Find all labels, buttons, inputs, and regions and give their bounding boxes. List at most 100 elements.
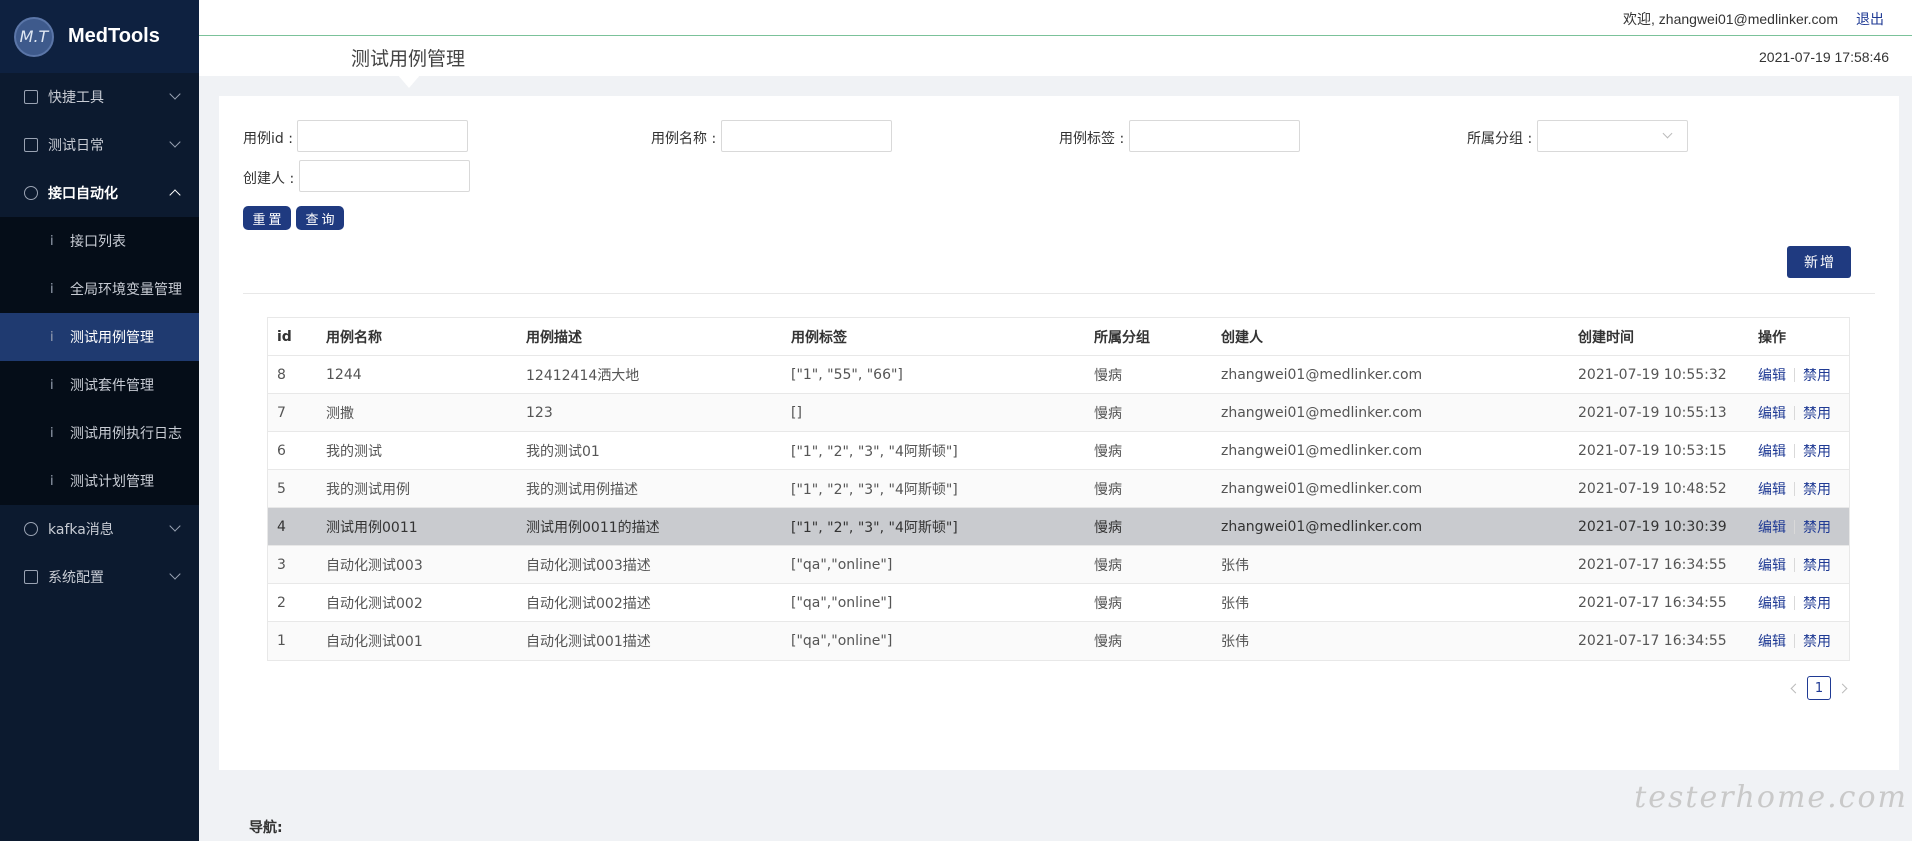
current-datetime: 2021-07-19 17:58:46 [1759, 49, 1889, 65]
sidebar-subitem-test-cases[interactable]: i 测试用例管理 [0, 313, 199, 361]
disable-link[interactable]: 禁用 [1803, 631, 1831, 651]
column-header-group[interactable]: 所属分组 [1085, 327, 1212, 347]
op-divider [1794, 367, 1795, 382]
edit-link[interactable]: 编辑 [1758, 403, 1786, 423]
info-icon: i [50, 473, 54, 489]
edit-link[interactable]: 编辑 [1758, 441, 1786, 461]
case-id-input[interactable] [297, 120, 468, 152]
case-name-label: 用例名称 : [651, 131, 717, 147]
cell-time: 2021-07-19 10:48:52 [1578, 480, 1727, 497]
title-indicator [397, 74, 421, 88]
sidebar-item-kafka[interactable]: kafka消息 [0, 505, 199, 553]
column-header-creator[interactable]: 创建人 [1212, 327, 1569, 347]
disable-link[interactable]: 禁用 [1803, 555, 1831, 575]
table-row[interactable]: 7 测撒 123 [] 慢病 zhangwei01@medlinker.com 2021-0… [268, 394, 1849, 432]
column-header-desc[interactable]: 用例描述 [517, 327, 782, 347]
cell-tags: [] [791, 404, 802, 421]
case-name-input[interactable] [721, 120, 892, 152]
edit-link[interactable]: 编辑 [1758, 365, 1786, 385]
table-row[interactable]: 8 1244 12412414洒大地 ["1", "55", "66"] 慢病 zhang… [268, 356, 1849, 394]
op-divider [1794, 405, 1795, 420]
disable-link[interactable]: 禁用 [1803, 517, 1831, 537]
cell-group: 慢病 [1094, 519, 1122, 536]
edit-link[interactable]: 编辑 [1758, 517, 1786, 537]
sidebar-item-api-automation[interactable]: 接口自动化 [0, 169, 199, 217]
sidebar-subitem-api-list[interactable]: i 接口列表 [0, 217, 199, 265]
chevron-right-icon[interactable] [1837, 681, 1851, 695]
sidebar-subitem-label: 测试用例执行日志 [70, 426, 182, 442]
disable-link[interactable]: 禁用 [1803, 403, 1831, 423]
sidebar-item-quick-tools[interactable]: 快捷工具 [0, 73, 199, 121]
sidebar-item-label: 接口自动化 [48, 186, 118, 202]
column-header-tags[interactable]: 用例标签 [782, 327, 1085, 347]
cell-desc: 自动化测试002描述 [526, 595, 651, 612]
column-header-name[interactable]: 用例名称 [317, 327, 517, 347]
cell-ops: 编辑 禁用 [1749, 593, 1849, 613]
sidebar-item-label: 系统配置 [48, 570, 104, 586]
submenu-api-automation: i 接口列表 i 全局环境变量管理 i 测试用例管理 i 测试套件管理 i 测试… [0, 217, 199, 505]
logout-link[interactable]: 退出 [1856, 9, 1884, 29]
edit-link[interactable]: 编辑 [1758, 631, 1786, 651]
cell-name: 我的测试用例 [326, 481, 410, 498]
table-row[interactable]: 3 自动化测试003 自动化测试003描述 ["qa","online"] 慢病 张伟 20… [268, 546, 1849, 584]
case-tag-input[interactable] [1129, 120, 1300, 152]
reset-button[interactable]: 重置 [243, 206, 291, 230]
column-header-ops: 操作 [1758, 329, 1786, 346]
sidebar-subitem-test-suites[interactable]: i 测试套件管理 [0, 361, 199, 409]
cell-id: 1 [277, 633, 286, 649]
op-divider [1794, 519, 1795, 534]
app-logo[interactable]: M.T MedTools [0, 0, 199, 73]
sidebar-subitem-label: 全局环境变量管理 [70, 282, 182, 298]
column-header-id[interactable]: id [268, 329, 317, 345]
disable-link[interactable]: 禁用 [1803, 441, 1831, 461]
op-divider [1794, 481, 1795, 496]
table-row[interactable]: 2 自动化测试002 自动化测试002描述 ["qa","online"] 慢病 张伟 20… [268, 584, 1849, 622]
disable-link[interactable]: 禁用 [1803, 479, 1831, 499]
pagination: 1 [1787, 676, 1851, 700]
disable-link[interactable]: 禁用 [1803, 365, 1831, 385]
cell-tags: ["qa","online"] [791, 556, 893, 573]
cell-tags: ["qa","online"] [791, 633, 893, 649]
chevron-down-icon [169, 136, 181, 148]
sidebar-item-system-config[interactable]: 系统配置 [0, 553, 199, 601]
cell-creator: zhangwei01@medlinker.com [1221, 442, 1423, 459]
sidebar-item-daily-test[interactable]: 测试日常 [0, 121, 199, 169]
table-header: id 用例名称 用例描述 用例标签 所属分组 创建人 创建时间 操作 [268, 318, 1849, 356]
cell-time: 2021-07-19 10:55:32 [1578, 366, 1727, 383]
group-label: 所属分组 : [1467, 131, 1533, 147]
chevron-left-icon[interactable] [1787, 681, 1801, 695]
sidebar-subitem-global-env[interactable]: i 全局环境变量管理 [0, 265, 199, 313]
add-case-button[interactable]: 新增 [1787, 246, 1851, 278]
info-icon: i [50, 329, 54, 345]
cell-ops: 编辑 禁用 [1749, 441, 1849, 461]
query-button[interactable]: 查询 [296, 206, 344, 230]
sidebar-subitem-exec-log[interactable]: i 测试用例执行日志 [0, 409, 199, 457]
group-select[interactable] [1537, 120, 1688, 152]
cell-desc: 测试用例0011的描述 [526, 519, 660, 536]
table-body: 8 1244 12412414洒大地 ["1", "55", "66"] 慢病 zhang… [268, 356, 1849, 660]
cell-group: 慢病 [1094, 405, 1122, 422]
info-icon: i [50, 377, 54, 393]
sidebar-subitem-test-plans[interactable]: i 测试计划管理 [0, 457, 199, 505]
sidebar: M.T MedTools 快捷工具 测试日常 接口自动化 i 接口列表 i 全局… [0, 0, 199, 841]
edit-link[interactable]: 编辑 [1758, 555, 1786, 575]
chevron-down-icon [169, 520, 181, 532]
cell-group: 慢病 [1094, 557, 1122, 574]
cell-desc: 自动化测试003描述 [526, 557, 651, 574]
edit-link[interactable]: 编辑 [1758, 479, 1786, 499]
creator-input[interactable] [299, 160, 470, 192]
sidebar-subitem-label: 测试计划管理 [70, 474, 154, 490]
cell-group: 慢病 [1094, 443, 1122, 460]
disable-link[interactable]: 禁用 [1803, 593, 1831, 613]
edit-link[interactable]: 编辑 [1758, 593, 1786, 613]
op-divider [1794, 634, 1795, 648]
cell-name: 自动化测试002 [326, 595, 423, 612]
api-icon [24, 186, 38, 200]
table-row[interactable]: 5 我的测试用例 我的测试用例描述 ["1", "2", "3", "4阿斯顿"] 慢病… [268, 470, 1849, 508]
column-header-time[interactable]: 创建时间 [1569, 327, 1749, 347]
table-row[interactable]: 6 我的测试 我的测试01 ["1", "2", "3", "4阿斯顿"] 慢病 zhan… [268, 432, 1849, 470]
table-row[interactable]: 1 自动化测试001 自动化测试001描述 ["qa","online"] 慢病 张伟 20… [268, 622, 1849, 660]
cell-tags: ["qa","online"] [791, 594, 893, 611]
page-number[interactable]: 1 [1807, 676, 1831, 700]
table-row[interactable]: 4 测试用例0011 测试用例0011的描述 ["1", "2", "3", "4阿斯… [268, 508, 1849, 546]
